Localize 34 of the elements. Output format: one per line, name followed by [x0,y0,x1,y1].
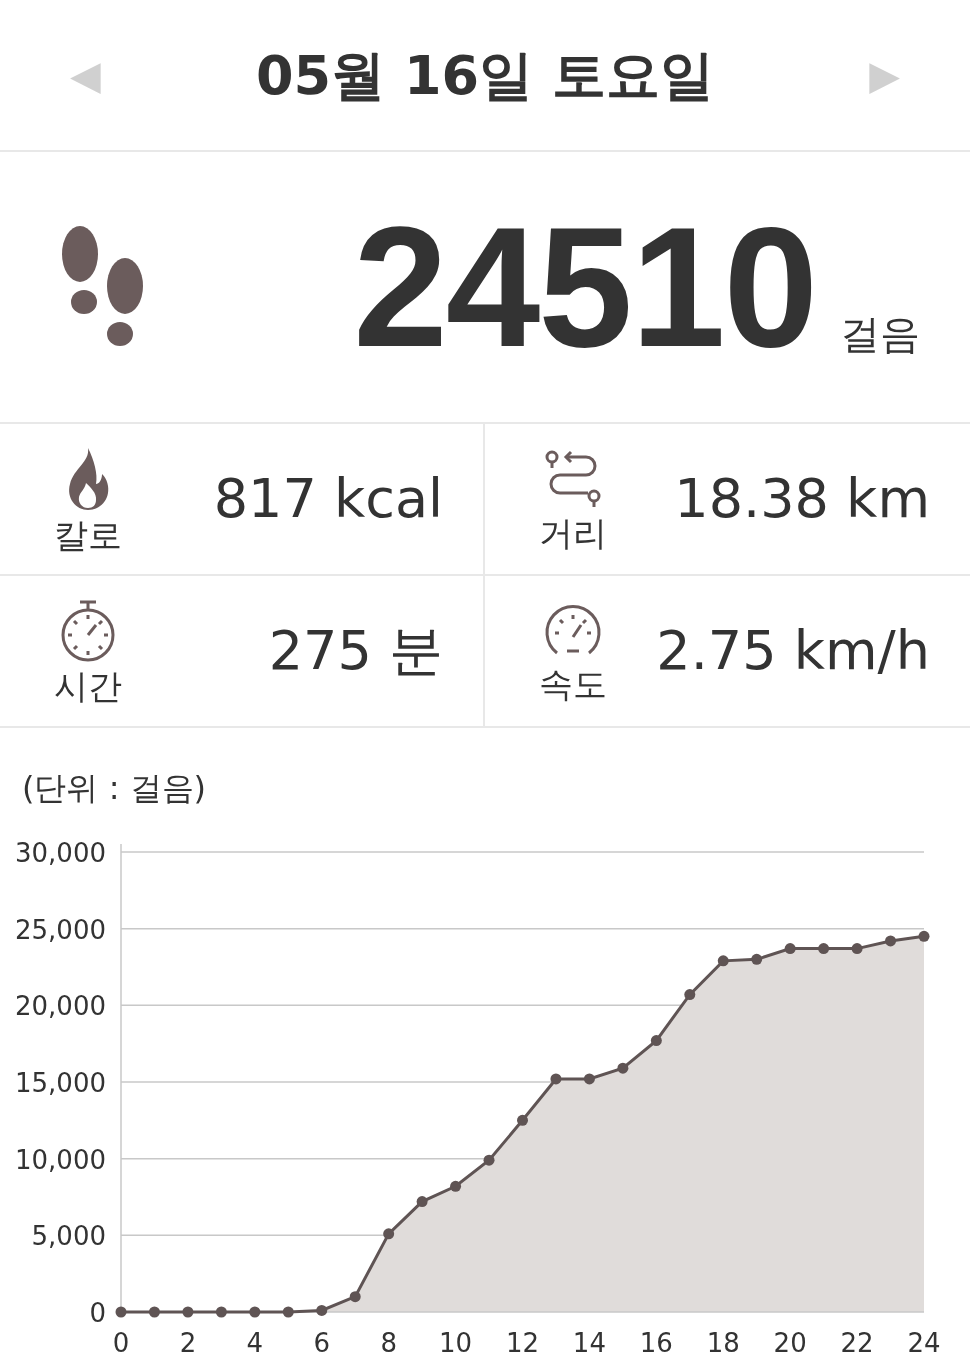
unit-label: (단위 : 걸음) [22,769,207,807]
x-tick-label: 22 [840,1328,874,1358]
y-tick-label: 10,000 [15,1144,106,1175]
y-tick-label: 25,000 [15,914,106,945]
x-tick-label: 14 [572,1328,606,1358]
stat-label: 시간 [53,669,122,703]
stat-value: 817 kcal [213,467,443,530]
step-unit: 걸음 [840,310,920,359]
stat-value: 2.75 km/h [656,619,930,682]
x-tick-label: 6 [313,1328,330,1358]
y-tick-label: 20,000 [15,991,106,1022]
y-tick-label: 0 [89,1298,106,1328]
stat-label: 거리 [538,516,607,550]
x-tick-label: 16 [639,1328,673,1358]
stat-value: 275 분 [268,619,443,682]
x-tick-label: 24 [907,1328,941,1358]
next-button[interactable]: ▶ [869,55,900,95]
y-tick-label: 15,000 [15,1068,106,1098]
x-tick-label: 2 [179,1328,197,1358]
y-tick-label: 5,000 [31,1221,106,1252]
x-tick-label: 20 [773,1328,807,1358]
x-tick-label: 10 [439,1328,473,1358]
stat-value: 18.38 km [674,467,930,530]
x-tick-label: 12 [505,1328,540,1358]
x-tick-label: 0 [112,1328,130,1358]
x-tick-label: 8 [380,1328,397,1358]
previous-button[interactable]: ◀ [70,55,101,95]
step-count: 24510 [353,202,816,372]
x-tick-label: 18 [706,1328,740,1358]
stat-label: 속도 [538,667,607,701]
x-tick-label: 4 [246,1328,264,1358]
date-title: 05월 16일 토요일 [256,42,714,109]
stat-label: 칼로 [53,518,122,552]
y-tick-label: 30,000 [15,838,106,868]
